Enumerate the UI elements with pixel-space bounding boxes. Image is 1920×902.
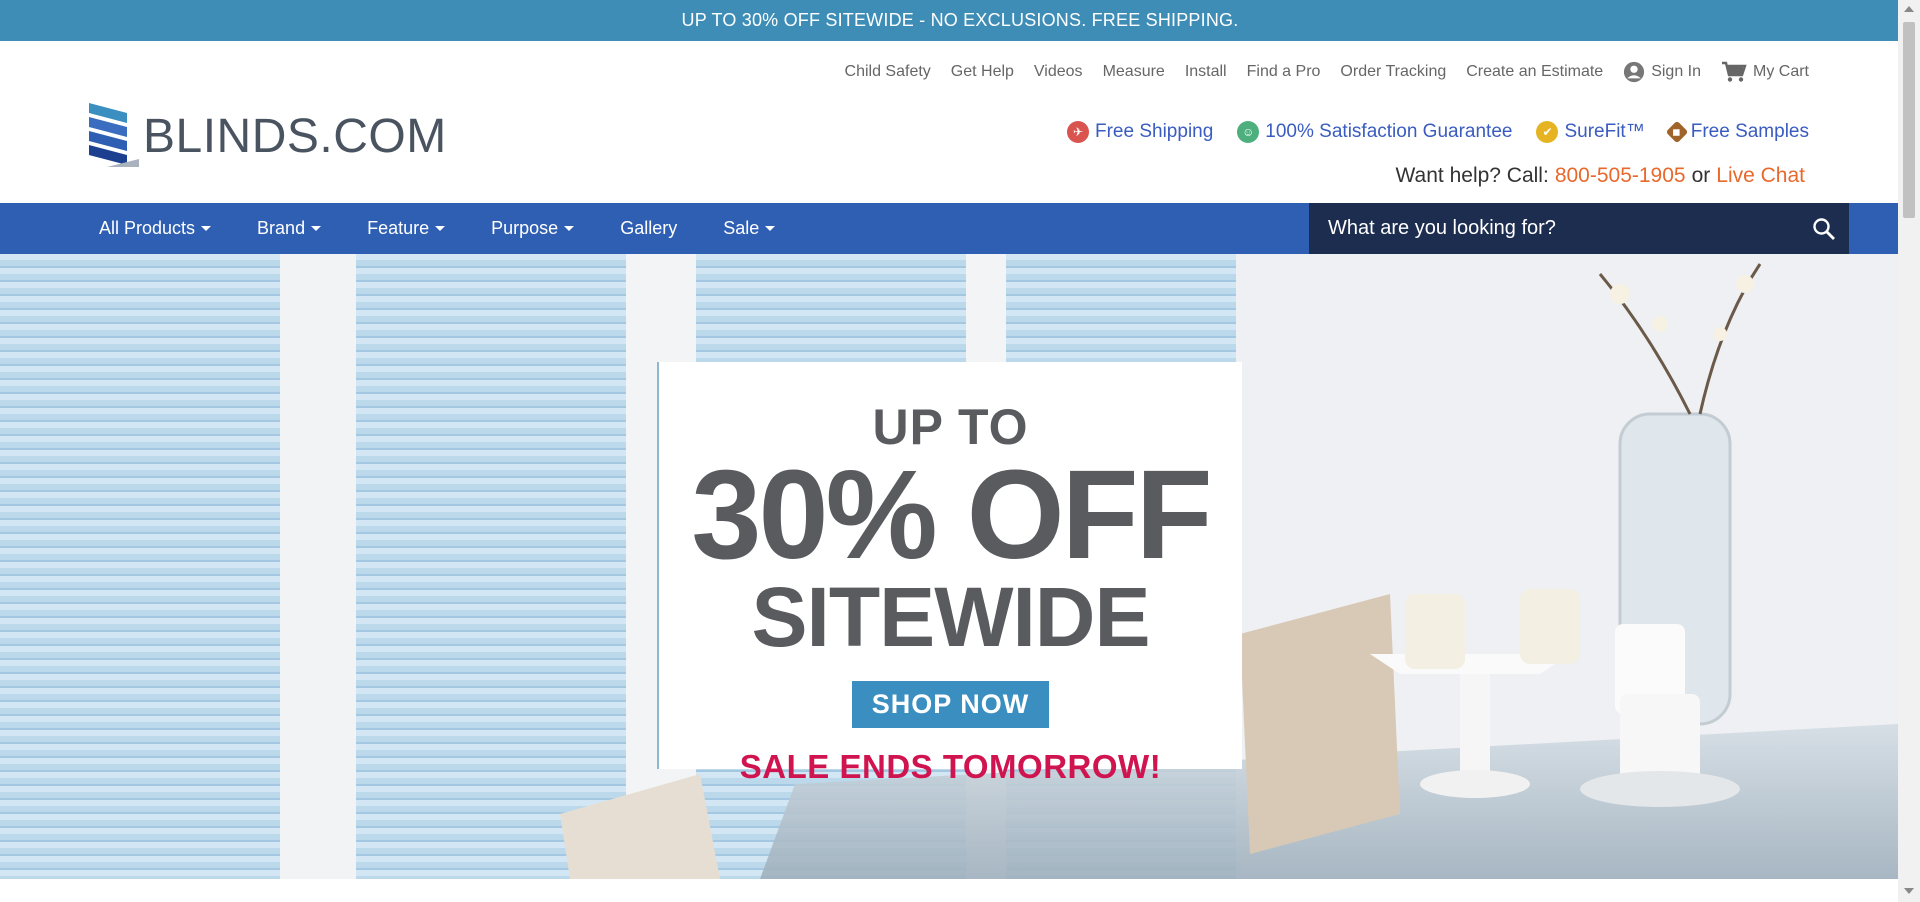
promo-bar-text: UP TO 30% OFF SITEWIDE - NO EXCLUSIONS. … <box>681 10 1239 30</box>
sign-in-link[interactable]: Sign In <box>1623 61 1701 83</box>
util-link-measure[interactable]: Measure <box>1103 63 1165 81</box>
sale-ends-text: SALE ENDS TOMORROW! <box>739 748 1162 786</box>
benefit-label: SureFit™ <box>1564 121 1645 142</box>
nav-item-label: Gallery <box>620 218 678 238</box>
promo-percent-off: 30% OFF <box>691 444 1212 585</box>
shop-now-button[interactable]: SHOP NOW <box>851 681 1050 729</box>
logo-text: BLINDS.COM <box>143 109 447 163</box>
benefit-satisfaction[interactable]: ☺ 100% Satisfaction Guarantee <box>1237 121 1512 143</box>
site-logo[interactable]: BLINDS.COM <box>89 103 447 169</box>
hero-banner[interactable]: UP TO 30% OFF SITEWIDE SHOP NOW SALE END… <box>0 254 1898 879</box>
page-scrollbar[interactable] <box>1898 0 1920 902</box>
util-link-find-a-pro[interactable]: Find a Pro <box>1247 63 1321 81</box>
scroll-up-icon[interactable] <box>1904 6 1914 12</box>
logo-mark-icon <box>89 103 139 167</box>
utility-nav: Child Safety Get Help Videos Measure Ins… <box>845 61 1809 83</box>
nav-item-purpose[interactable]: Purpose <box>491 218 575 239</box>
nav-item-gallery[interactable]: Gallery <box>620 218 677 239</box>
cart-label: My Cart <box>1753 63 1809 80</box>
scroll-down-icon[interactable] <box>1904 888 1914 894</box>
cart-icon <box>1722 61 1747 82</box>
scroll-thumb[interactable] <box>1903 22 1915 218</box>
benefit-label: 100% Satisfaction Guarantee <box>1265 121 1513 142</box>
nav-item-label: Feature <box>367 218 430 238</box>
util-link-get-help[interactable]: Get Help <box>951 63 1014 81</box>
airplane-icon: ✈ <box>1067 121 1089 143</box>
nav-item-label: Brand <box>257 218 306 238</box>
promo-bar[interactable]: UP TO 30% OFF SITEWIDE - NO EXCLUSIONS. … <box>0 0 1920 41</box>
nav-item-all-products[interactable]: All Products <box>99 218 212 239</box>
nav-item-sale[interactable]: Sale <box>723 218 776 239</box>
help-or: or <box>1691 164 1711 187</box>
benefit-free-samples[interactable]: ◆ Free Samples <box>1665 120 1809 144</box>
caret-down-icon <box>201 226 212 231</box>
help-line: Want help? Call: 800-505-1905 or Live Ch… <box>1396 164 1805 188</box>
promo-sitewide: SITEWIDE <box>751 570 1150 665</box>
search-input[interactable] <box>1309 216 1799 241</box>
nav-item-label: Purpose <box>491 218 559 238</box>
util-link-videos[interactable]: Videos <box>1034 63 1083 81</box>
swatch-icon: ◆ <box>1665 120 1689 144</box>
main-nav: All Products Brand Feature Purpose Galle… <box>0 203 1898 254</box>
caret-down-icon <box>765 226 776 231</box>
caret-down-icon <box>311 226 322 231</box>
benefit-label: Free Shipping <box>1095 121 1214 142</box>
benefit-label: Free Samples <box>1690 121 1809 142</box>
benefit-surefit[interactable]: ✔ SureFit™ <box>1536 121 1645 143</box>
phone-link[interactable]: 800-505-1905 <box>1555 164 1686 188</box>
nav-item-brand[interactable]: Brand <box>257 218 322 239</box>
site-header: Child Safety Get Help Videos Measure Ins… <box>0 41 1898 203</box>
user-icon <box>1624 61 1645 83</box>
nav-item-label: All Products <box>99 218 196 238</box>
smiley-icon: ☺ <box>1237 121 1260 143</box>
main-nav-items: All Products Brand Feature Purpose Galle… <box>99 203 821 254</box>
util-link-create-estimate[interactable]: Create an Estimate <box>1466 63 1603 81</box>
sale-promo-card[interactable]: UP TO 30% OFF SITEWIDE SHOP NOW SALE END… <box>657 362 1242 785</box>
help-prefix: Want help? Call: <box>1395 164 1549 187</box>
live-chat-link[interactable]: Live Chat <box>1716 164 1805 188</box>
cart-link[interactable]: My Cart <box>1721 61 1809 83</box>
benefit-free-shipping[interactable]: ✈ Free Shipping <box>1067 121 1213 143</box>
caret-down-icon <box>435 226 446 231</box>
search-bar <box>1309 203 1849 254</box>
sign-in-label: Sign In <box>1651 63 1701 80</box>
search-button[interactable] <box>1799 203 1849 254</box>
util-link-install[interactable]: Install <box>1185 63 1227 81</box>
nav-item-label: Sale <box>723 218 760 238</box>
benefits-bar: ✈ Free Shipping ☺ 100% Satisfaction Guar… <box>1067 120 1809 144</box>
nav-item-feature[interactable]: Feature <box>367 218 446 239</box>
caret-down-icon <box>564 226 575 231</box>
util-link-order-tracking[interactable]: Order Tracking <box>1340 63 1446 81</box>
util-link-child-safety[interactable]: Child Safety <box>845 63 931 81</box>
shield-icon: ✔ <box>1536 121 1559 143</box>
search-icon <box>1813 217 1835 240</box>
